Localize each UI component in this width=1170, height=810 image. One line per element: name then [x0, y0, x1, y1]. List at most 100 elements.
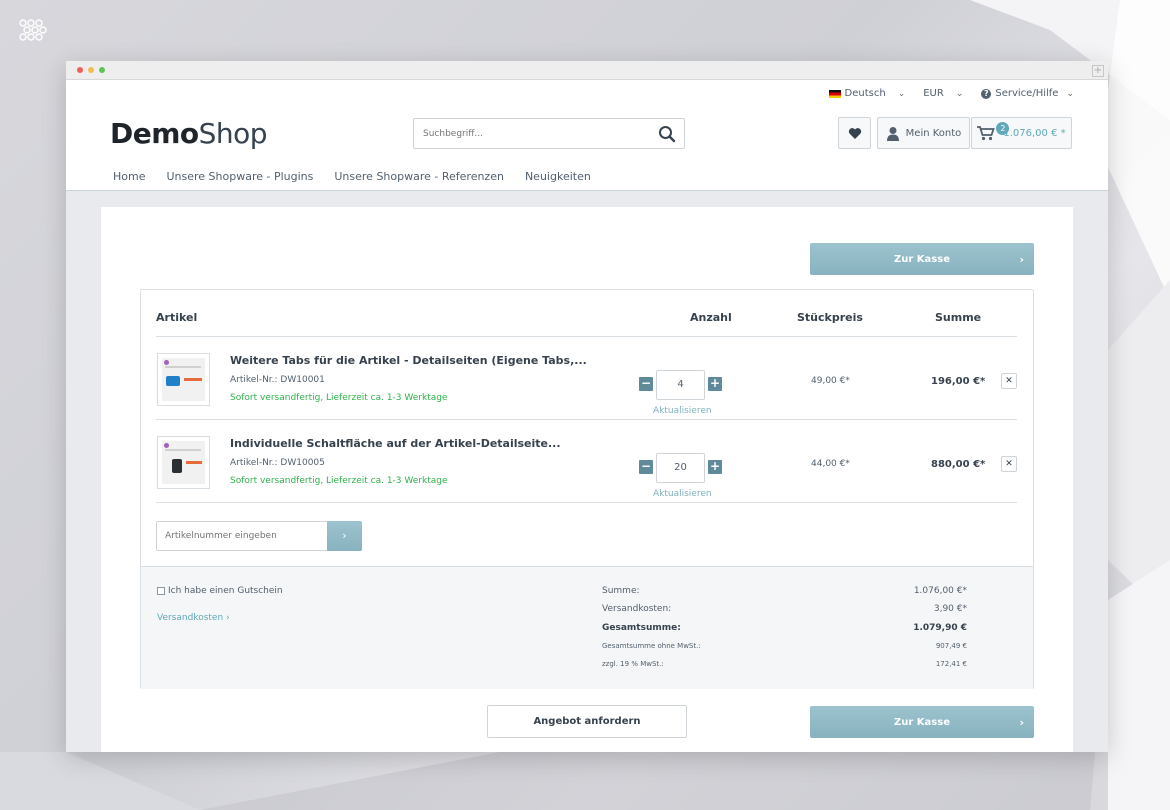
product-sku: Artikel-Nr.: DW10005	[230, 458, 325, 468]
cart-button[interactable]: 2 1.076,00 € *	[971, 117, 1072, 149]
header-total: Summe	[935, 311, 982, 324]
cart-content: Zur Kasse › Artikel Anzahl Stückpreis Su…	[101, 207, 1073, 752]
cart-item-row: Weitere Tabs für die Artikel - Detailsei…	[156, 337, 1017, 420]
chevron-down-icon: ⌄	[1066, 88, 1074, 99]
header-quantity: Anzahl	[690, 311, 732, 324]
nav-item-plugins[interactable]: Unsere Shopware - Plugins	[166, 170, 313, 183]
update-link[interactable]: Aktualisieren	[653, 489, 712, 499]
remove-item-button[interactable]: ✕	[1001, 373, 1017, 389]
chevron-down-icon: ⌄	[955, 88, 964, 99]
cart-table-header: Artikel Anzahl Stückpreis Summe	[156, 290, 1017, 337]
logo-text-demo: Demo	[110, 117, 199, 150]
grand-total-value: 1.079,90 €	[913, 623, 967, 633]
account-button[interactable]: Mein Konto	[877, 117, 970, 149]
sku-input[interactable]	[156, 521, 328, 551]
shop-logo[interactable]: DemoShop	[110, 117, 268, 150]
checkout-button-label: Zur Kasse	[894, 253, 950, 265]
product-thumbnail-image	[162, 358, 205, 401]
language-label: Deutsch	[844, 88, 886, 99]
delivery-info: Sofort versandfertig, Lieferzeit ca. 1-3…	[230, 476, 448, 486]
header-article: Artikel	[156, 311, 198, 324]
quantity-stepper: − 20 +	[639, 453, 727, 483]
maximize-window-button[interactable]	[99, 67, 105, 73]
cart-table: Artikel Anzahl Stückpreis Summe Weitere …	[140, 289, 1034, 689]
currency-switcher[interactable]: EUR ⌄	[923, 88, 963, 99]
browser-window: + Deutsch ⌄ EUR ⌄ ? Service/Hilfe ⌄ Demo…	[66, 61, 1108, 752]
product-thumbnail[interactable]	[157, 436, 210, 489]
search-box	[413, 118, 685, 149]
new-tab-button[interactable]: +	[1092, 65, 1104, 77]
main-navigation: Home Unsere Shopware - Plugins Unsere Sh…	[113, 170, 591, 183]
add-by-sku-form: ›	[156, 521, 363, 551]
app-logo-icon	[19, 19, 47, 41]
shipping-costs-link[interactable]: Versandkosten ›	[157, 613, 230, 623]
decrease-quantity-button[interactable]: −	[639, 460, 653, 474]
minimize-window-button[interactable]	[88, 67, 94, 73]
product-title[interactable]: Weitere Tabs für die Artikel - Detailsei…	[230, 354, 587, 367]
tax-label: zzgl. 19 % MwSt.:	[602, 660, 664, 668]
currency-label: EUR	[923, 88, 944, 99]
close-window-button[interactable]	[77, 67, 83, 73]
product-thumbnail-image	[162, 441, 205, 484]
cart-icon	[977, 126, 996, 141]
top-bar: Deutsch ⌄ EUR ⌄ ? Service/Hilfe ⌄	[828, 88, 1074, 99]
search-input[interactable]	[414, 119, 644, 148]
decrease-quantity-button[interactable]: −	[639, 377, 653, 391]
search-icon[interactable]	[658, 125, 676, 143]
chevron-right-icon: ›	[1019, 252, 1024, 266]
cart-summary: Ich habe einen Gutschein Versandkosten ›…	[141, 566, 1033, 689]
germany-flag-icon	[828, 89, 841, 98]
account-label: Mein Konto	[905, 127, 962, 139]
chevron-down-icon: ⌄	[897, 88, 906, 99]
sum-value: 1.076,00 €*	[913, 586, 967, 596]
header-unit-price: Stückpreis	[797, 311, 863, 324]
unit-price: 44,00 €*	[811, 459, 850, 469]
nav-item-home[interactable]: Home	[113, 170, 145, 183]
sum-label: Summe:	[602, 586, 640, 596]
checkout-button-top[interactable]: Zur Kasse ›	[810, 243, 1034, 275]
logo-text-shop: Shop	[198, 117, 268, 150]
add-sku-button[interactable]: ›	[327, 521, 362, 551]
remove-item-button[interactable]: ✕	[1001, 456, 1017, 472]
delivery-info: Sofort versandfertig, Lieferzeit ca. 1-3…	[230, 393, 448, 403]
nav-item-news[interactable]: Neuigkeiten	[525, 170, 591, 183]
increase-quantity-button[interactable]: +	[708, 377, 722, 391]
wishlist-button[interactable]	[838, 117, 871, 149]
tax-value: 172,41 €	[935, 660, 967, 668]
quantity-input[interactable]: 4	[656, 370, 705, 400]
voucher-checkbox[interactable]	[157, 587, 165, 595]
shop-header: Deutsch ⌄ EUR ⌄ ? Service/Hilfe ⌄ DemoSh…	[66, 80, 1108, 191]
cart-item-row: Individuelle Schaltfläche auf der Artike…	[156, 420, 1017, 503]
grand-total-label: Gesamtsumme:	[602, 623, 681, 633]
voucher-label: Ich habe einen Gutschein	[168, 586, 283, 596]
checkout-button-bottom[interactable]: Zur Kasse ›	[810, 706, 1034, 738]
net-total-label: Gesamtsumme ohne MwSt.:	[602, 642, 701, 650]
net-total-value: 907,49 €	[935, 642, 967, 650]
line-total: 196,00 €*	[931, 376, 986, 387]
nav-item-references[interactable]: Unsere Shopware - Referenzen	[334, 170, 504, 183]
cart-icon-wrapper: 2	[977, 122, 1010, 141]
voucher-toggle[interactable]: Ich habe einen Gutschein	[157, 586, 283, 596]
checkout-button-label: Zur Kasse	[894, 716, 950, 728]
shipping-label: Versandkosten:	[602, 604, 672, 614]
request-offer-button[interactable]: Angebot anfordern	[487, 705, 687, 738]
update-link[interactable]: Aktualisieren	[653, 406, 712, 416]
window-titlebar: +	[66, 61, 1108, 80]
cart-total: 1.076,00 € *	[1003, 127, 1066, 139]
service-menu[interactable]: ? Service/Hilfe ⌄	[981, 88, 1074, 99]
heart-icon	[848, 127, 861, 139]
product-sku: Artikel-Nr.: DW10001	[230, 375, 325, 385]
unit-price: 49,00 €*	[811, 376, 850, 386]
language-switcher[interactable]: Deutsch ⌄	[828, 88, 906, 99]
request-offer-label: Angebot anfordern	[533, 716, 641, 727]
quantity-input[interactable]: 20	[656, 453, 705, 483]
question-circle-icon: ?	[981, 88, 992, 99]
user-icon	[886, 126, 899, 141]
product-title[interactable]: Individuelle Schaltfläche auf der Artike…	[230, 437, 561, 450]
line-total: 880,00 €*	[931, 459, 986, 470]
product-thumbnail[interactable]	[157, 353, 210, 406]
chevron-right-icon: ›	[1019, 715, 1024, 729]
shipping-value: 3,90 €*	[933, 604, 967, 614]
increase-quantity-button[interactable]: +	[708, 460, 722, 474]
service-label: Service/Hilfe	[995, 88, 1059, 99]
